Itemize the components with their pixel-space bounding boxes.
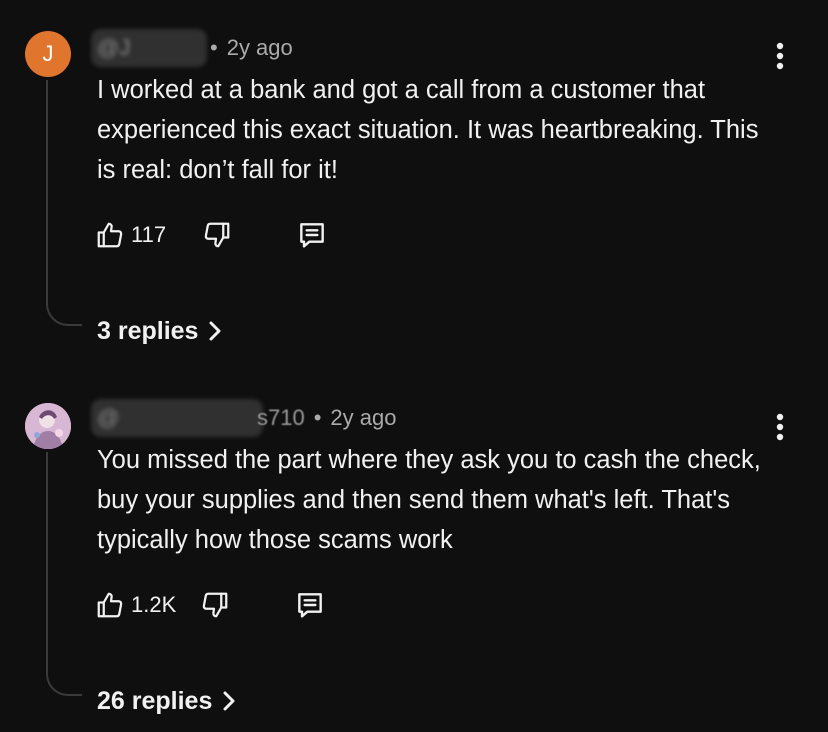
like-count: 1.2K	[131, 592, 177, 617]
avatar[interactable]: J	[25, 31, 71, 77]
like-button[interactable]: 117	[95, 217, 166, 253]
thumbs-down-icon	[204, 222, 230, 248]
like-button[interactable]: 1.2K	[95, 587, 176, 623]
comment-time: 2y ago	[226, 35, 293, 60]
comment-actions: 117	[95, 217, 328, 253]
thumbs-down-icon	[202, 592, 228, 618]
dislike-button[interactable]	[202, 217, 232, 253]
reply-button[interactable]	[294, 587, 326, 623]
reply-icon	[300, 223, 324, 248]
comment-text: I worked at a bank and got a call from a…	[97, 76, 759, 184]
thread-connector	[46, 300, 82, 326]
comment-meta: @J • 2y ago	[91, 29, 293, 67]
chevron-right-icon	[209, 321, 221, 341]
dislike-button[interactable]	[200, 587, 230, 623]
more-vert-icon	[776, 42, 784, 70]
more-options-button[interactable]	[768, 38, 792, 74]
thumbs-up-icon	[97, 592, 123, 618]
comment-text: You missed the part where they ask you t…	[97, 446, 761, 554]
thumbs-up-icon	[97, 222, 123, 248]
replies-count: 3 replies	[97, 316, 199, 345]
avatar-image	[25, 403, 71, 449]
view-replies-button[interactable]: 3 replies	[97, 314, 222, 348]
separator: •	[210, 35, 218, 60]
thread-line	[46, 452, 48, 674]
author-handle-suffix[interactable]: s710	[257, 405, 305, 431]
view-replies-button[interactable]: 26 replies	[97, 684, 236, 718]
more-vert-icon	[776, 413, 784, 441]
comment-meta: @ s710 • 2y ago	[91, 399, 397, 437]
author-handle[interactable]: @J	[91, 29, 207, 67]
comment-actions: 1.2K	[95, 587, 326, 623]
like-count: 117	[131, 222, 167, 247]
reply-icon	[298, 593, 323, 618]
avatar[interactable]	[25, 403, 71, 449]
reply-button[interactable]	[296, 217, 328, 253]
chevron-right-icon	[223, 691, 235, 711]
thread-connector	[46, 670, 82, 696]
comment-time: 2y ago	[330, 405, 397, 430]
more-options-button[interactable]	[768, 409, 792, 445]
replies-count: 26 replies	[97, 686, 213, 715]
author-handle[interactable]: @	[91, 399, 263, 437]
thread-line	[46, 80, 48, 304]
separator: •	[313, 405, 322, 430]
